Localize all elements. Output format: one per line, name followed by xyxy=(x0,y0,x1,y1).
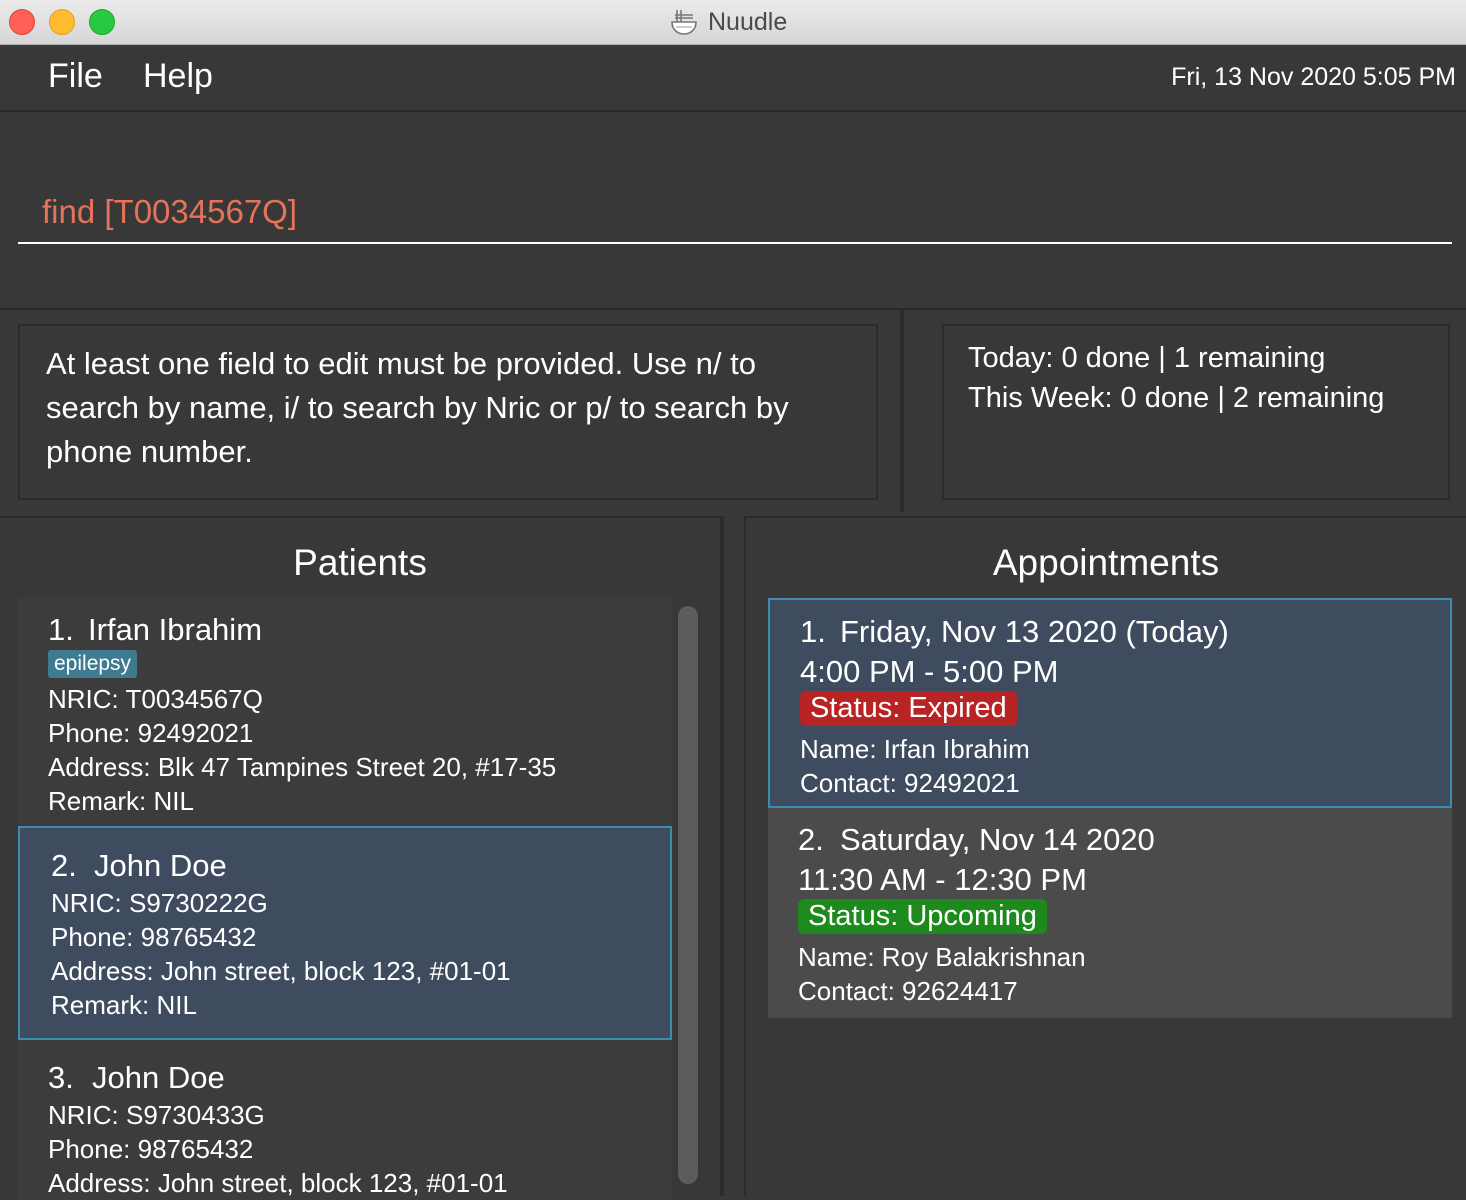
patient-name: John Doe xyxy=(94,848,227,883)
title-bar: Nuudle xyxy=(0,0,1466,45)
patients-scrollbar[interactable] xyxy=(678,606,698,1184)
patient-address: Address: John street, block 123, #01-01 xyxy=(48,1168,508,1198)
patient-name: Irfan Ibrahim xyxy=(88,612,263,647)
patient-phone: Phone: 92492021 xyxy=(48,718,254,748)
patient-remark: Remark: NIL xyxy=(51,990,197,1020)
patients-title: Patients xyxy=(293,542,427,583)
appointments-title: Appointments xyxy=(992,542,1220,583)
command-input[interactable] xyxy=(18,182,1452,244)
patient-nric: NRIC: S9730222G xyxy=(51,888,268,918)
stats-week: This Week: 0 done | 2 remaining xyxy=(968,382,1385,414)
appointment-time: 4:00 PM - 5:00 PM xyxy=(800,654,1059,689)
result-display: At least one field to edit must be provi… xyxy=(18,324,878,500)
patient-nric: NRIC: T0034567Q xyxy=(48,684,263,714)
appointment-contact: Contact: 92624417 xyxy=(798,976,1018,1006)
patient-index: 3. xyxy=(48,1060,74,1095)
patient-address: Address: Blk 47 Tampines Street 20, #17-… xyxy=(48,752,557,782)
patient-nric: NRIC: S9730433G xyxy=(48,1100,265,1130)
patient-tag: epilepsy xyxy=(48,650,138,678)
close-window-button[interactable] xyxy=(9,9,35,35)
appointment-status-badge: Status: Expired xyxy=(800,691,1017,726)
appointment-patient-name: Name: Roy Balakrishnan xyxy=(798,942,1086,972)
stats-panel: Today: 0 done | 1 remaining This Week: 0… xyxy=(918,310,1466,512)
patient-name: John Doe xyxy=(92,1060,225,1095)
appointment-contact: Contact: 92492021 xyxy=(800,768,1020,798)
appointments-panel: Appointments 1. Friday, Nov 13 2020 (Tod… xyxy=(744,516,1466,1196)
menu-file[interactable]: File xyxy=(48,57,103,96)
result-message: At least one field to edit must be provi… xyxy=(46,346,789,469)
appointment-card-selected[interactable]: 1. Friday, Nov 13 2020 (Today) 4:00 PM -… xyxy=(768,598,1452,808)
patient-address: Address: John street, block 123, #01-01 xyxy=(51,956,511,986)
menu-bar: File Help Fri, 13 Nov 2020 5:05 PM xyxy=(0,45,1466,112)
appointment-patient-name: Name: Irfan Ibrahim xyxy=(800,734,1030,764)
stats-today: Today: 0 done | 1 remaining xyxy=(968,342,1326,374)
menu-help[interactable]: Help xyxy=(143,57,213,96)
appointment-index: 1. xyxy=(800,614,826,649)
maximize-window-button[interactable] xyxy=(89,9,115,35)
window-title: Nuudle xyxy=(708,8,788,36)
current-datetime: Fri, 13 Nov 2020 5:05 PM xyxy=(1171,63,1456,91)
appointment-card[interactable]: 2. Saturday, Nov 14 2020 11:30 AM - 12:3… xyxy=(768,808,1452,1018)
command-area xyxy=(0,112,1466,310)
appointment-date: Saturday, Nov 14 2020 xyxy=(840,822,1155,857)
noodle-bowl-icon xyxy=(671,10,697,35)
patient-card-selected[interactable]: 2. John Doe NRIC: S9730222G Phone: 98765… xyxy=(18,826,672,1040)
appointment-index: 2. xyxy=(798,822,824,857)
patient-index: 2. xyxy=(51,848,77,883)
patient-index: 1. xyxy=(48,612,74,647)
appointment-status-badge: Status: Upcoming xyxy=(798,899,1047,934)
result-panel: At least one field to edit must be provi… xyxy=(0,310,904,512)
appointment-date: Friday, Nov 13 2020 (Today) xyxy=(840,614,1229,649)
patient-remark: Remark: NIL xyxy=(48,786,194,816)
patients-panel: Patients 1. Irfan Ibrahim epilepsy NRIC:… xyxy=(0,516,724,1200)
appointment-time: 11:30 AM - 12:30 PM xyxy=(798,862,1087,897)
patient-phone: Phone: 98765432 xyxy=(48,1134,254,1164)
stats-display: Today: 0 done | 1 remaining This Week: 0… xyxy=(942,324,1450,500)
patient-card[interactable]: 3. John Doe NRIC: S9730433G Phone: 98765… xyxy=(18,1040,672,1200)
patient-card[interactable]: 1. Irfan Ibrahim epilepsy NRIC: T0034567… xyxy=(18,598,672,826)
minimize-window-button[interactable] xyxy=(49,9,75,35)
patient-phone: Phone: 98765432 xyxy=(51,922,257,952)
